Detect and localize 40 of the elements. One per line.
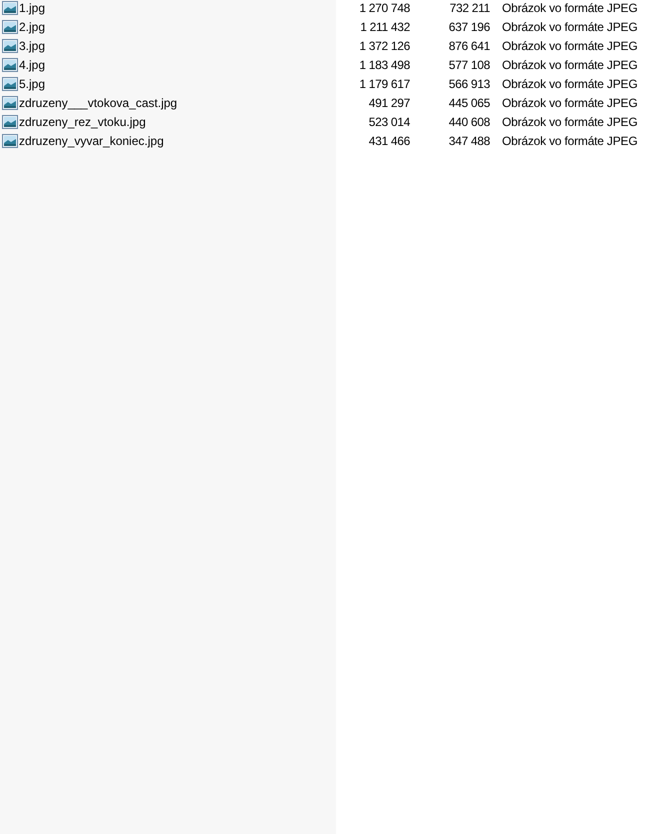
- file-name[interactable]: 5.jpg: [19, 76, 46, 90]
- image-file-icon: [2, 114, 18, 128]
- file-name[interactable]: zdruzeny_vyvar_koniec.jpg: [19, 134, 164, 148]
- image-file-icon: [2, 134, 18, 148]
- image-file-icon: [2, 20, 18, 34]
- image-file-icon: [2, 76, 18, 90]
- image-file-icon: [2, 0, 18, 14]
- packed-size: 445 065: [448, 96, 490, 110]
- image-file-icon: [2, 96, 18, 110]
- file-name[interactable]: 1.jpg: [19, 0, 46, 14]
- packed-size: 876 641: [448, 38, 490, 52]
- file-type: Obrázok vo formáte JPEG: [501, 76, 638, 90]
- file-name[interactable]: zdruzeny_rez_vtoku.jpg: [19, 114, 146, 128]
- image-file-icon: [2, 58, 18, 72]
- file-type: Obrázok vo formáte JPEG: [501, 134, 638, 148]
- file-name[interactable]: 3.jpg: [19, 38, 46, 52]
- file-size: 1 372 126: [358, 38, 410, 52]
- packed-size: 566 913: [448, 76, 490, 90]
- file-size: 431 466: [368, 134, 410, 148]
- packed-size: 440 608: [448, 114, 490, 128]
- file-name[interactable]: 2.jpg: [19, 20, 46, 34]
- file-type: Obrázok vo formáte JPEG: [501, 114, 638, 128]
- file-size: 523 014: [368, 114, 410, 128]
- packed-size: 637 196: [448, 20, 490, 34]
- file-type: Obrázok vo formáte JPEG: [501, 0, 638, 14]
- file-size: 1 270 748: [358, 0, 410, 14]
- file-size: 1 179 617: [358, 76, 410, 90]
- packed-size: 347 488: [448, 134, 490, 148]
- file-type: Obrázok vo formáte JPEG: [501, 38, 638, 52]
- image-file-icon: [2, 38, 18, 52]
- packed-size: 732 211: [448, 0, 490, 14]
- file-size: 1 183 498: [358, 58, 410, 72]
- file-name[interactable]: zdruzeny___vtokova_cast.jpg: [19, 96, 178, 110]
- file-type: Obrázok vo formáte JPEG: [501, 96, 638, 110]
- file-size: 1 211 432: [359, 20, 410, 34]
- file-name[interactable]: 4.jpg: [19, 58, 46, 72]
- file-size: 491 297: [368, 96, 410, 110]
- packed-size: 577 108: [448, 58, 490, 72]
- file-type: Obrázok vo formáte JPEG: [501, 20, 638, 34]
- file-type: Obrázok vo formáte JPEG: [501, 58, 638, 72]
